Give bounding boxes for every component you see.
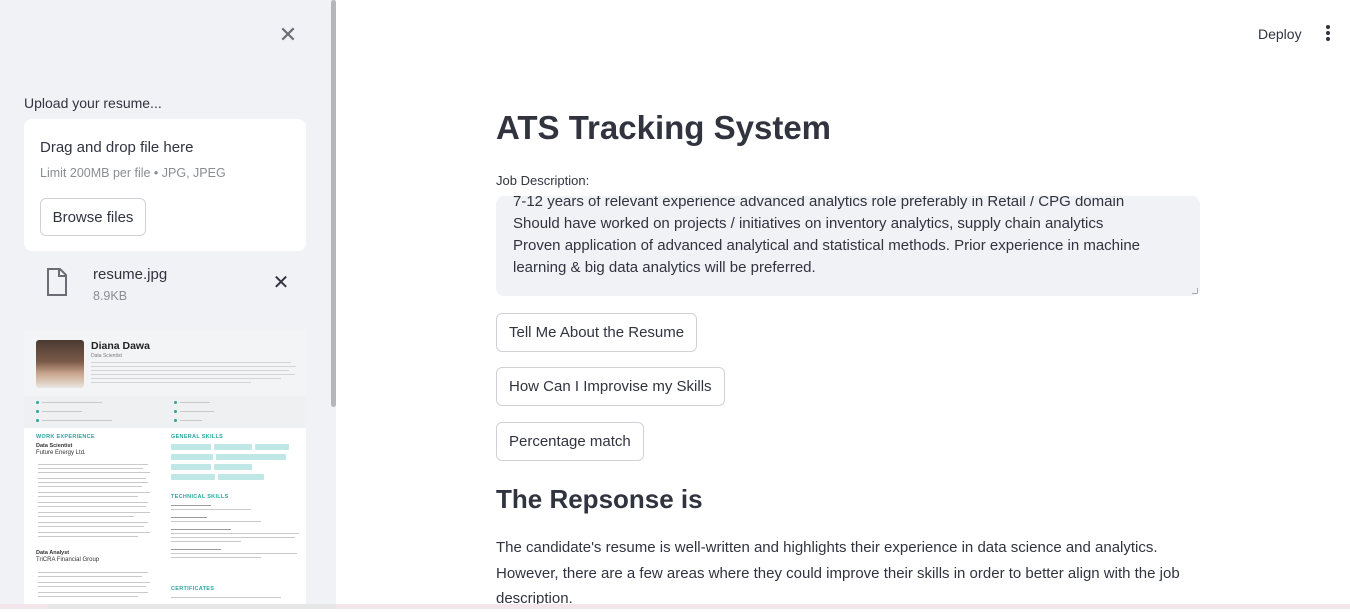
improvise-skills-button[interactable]: How Can I Improvise my Skills	[496, 367, 725, 406]
uploaded-file: resume.jpg 8.9KB ✕	[24, 260, 306, 310]
job-description-textarea[interactable]: 7-12 years of relevant experience advanc…	[496, 196, 1200, 296]
sidebar-scrollbar[interactable]	[331, 0, 336, 407]
resume-contact	[24, 396, 306, 428]
file-icon	[47, 268, 67, 296]
percentage-match-button[interactable]: Percentage match	[496, 422, 644, 461]
response-text: The candidate's resume is well-written a…	[496, 539, 1180, 607]
resume-role: Data Scientist	[91, 353, 122, 359]
sidebar: ✕ Upload your resume... Drag and drop fi…	[0, 0, 336, 609]
job-description-value: 7-12 years of relevant experience advanc…	[513, 196, 1141, 276]
file-name: resume.jpg	[93, 266, 168, 283]
horizontal-scrollbar-thumb[interactable]	[48, 604, 336, 609]
resume-preview-image: Diana Dawa Data Scientist WORK EXPERIENC…	[24, 330, 306, 609]
resume-header: Diana Dawa Data Scientist	[24, 330, 306, 396]
resume-section-technical-skills: TECHNICAL SKILLS	[171, 494, 229, 500]
response-heading: The Repsonse is	[496, 484, 703, 514]
file-size: 8.9KB	[93, 289, 128, 303]
page-title: ATS Tracking System	[496, 109, 832, 146]
remove-file-icon[interactable]: ✕	[271, 273, 291, 293]
resume-name: Diana Dawa	[91, 340, 150, 352]
resume-job2-title: Data Analyst	[36, 550, 70, 556]
dropzone-limit: Limit 200MB per file • JPG, JPEG	[40, 166, 226, 180]
upload-label: Upload your resume...	[24, 95, 162, 111]
resume-job1-company: Future Energy Ltd.	[36, 450, 86, 456]
close-sidebar-icon[interactable]: ✕	[277, 24, 299, 46]
resume-section-certificates: CERTIFICATES	[171, 586, 215, 592]
textarea-resize-handle[interactable]	[1192, 288, 1198, 294]
job-description-label: Job Description:	[496, 173, 590, 188]
main-menu-icon[interactable]	[1318, 22, 1338, 44]
deploy-button[interactable]: Deploy	[1250, 24, 1310, 44]
resume-section-work: WORK EXPERIENCE	[36, 434, 95, 440]
resume-section-general-skills: GENERAL SKILLS	[171, 434, 224, 440]
resume-photo	[36, 340, 84, 388]
resume-job2-company: TriCRA Financial Group	[36, 557, 100, 563]
browse-files-button[interactable]: Browse files	[40, 198, 146, 236]
file-dropzone[interactable]: Drag and drop file here Limit 200MB per …	[24, 119, 306, 251]
dropzone-title: Drag and drop file here	[40, 139, 194, 156]
resume-job1-title: Data Scientist	[36, 443, 73, 449]
tell-me-about-resume-button[interactable]: Tell Me About the Resume	[496, 313, 698, 352]
